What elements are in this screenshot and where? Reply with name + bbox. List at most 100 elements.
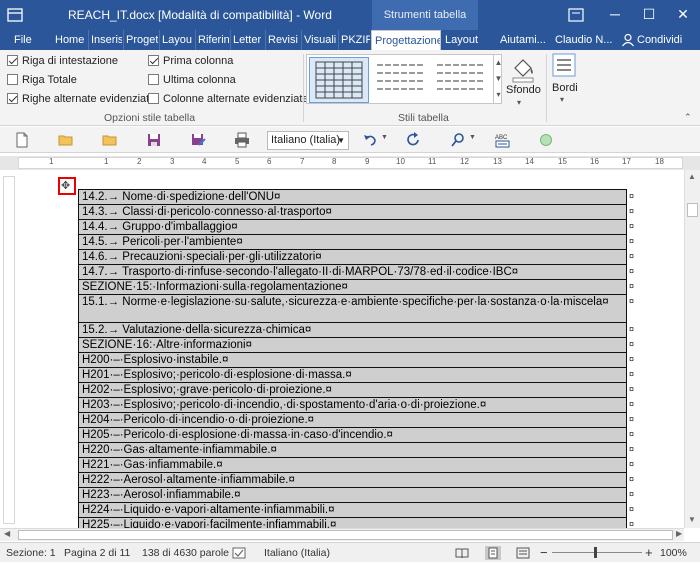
- status-word-count[interactable]: 138 di 4630 parole: [142, 543, 229, 563]
- table-row[interactable]: H203·–·Esplosivo;·pericolo·di·incendio,·…: [78, 397, 627, 413]
- print-icon[interactable]: [234, 132, 250, 148]
- checkbox-unchecked[interactable]: [148, 74, 159, 85]
- circle-status-icon[interactable]: [538, 132, 554, 148]
- checkbox-checked[interactable]: [148, 55, 159, 66]
- scroll-thumb-horizontal[interactable]: [18, 530, 673, 540]
- user-account[interactable]: Claudio N...: [555, 30, 617, 50]
- save-icon[interactable]: [146, 132, 162, 148]
- table-row[interactable]: H222·–·Aerosol·altamente·infiammabile.¤: [78, 472, 627, 488]
- table-row[interactable]: 14.7.→ Trasporto·di·rinfuse·secondo·l'al…: [78, 264, 627, 280]
- table-row[interactable]: H202·–·Esplosivo;·grave·pericolo·di·proi…: [78, 382, 627, 398]
- table-row[interactable]: H201·–·Esplosivo;·pericolo·di·esplosione…: [78, 367, 627, 383]
- tab-layout-tabella[interactable]: Layout: [445, 30, 479, 50]
- find-icon[interactable]: [450, 132, 466, 148]
- zoom-in-button[interactable]: +: [645, 543, 653, 563]
- word-ribbon-toggle-icon[interactable]: [6, 6, 24, 24]
- gallery-up-icon[interactable]: ▲: [493, 55, 503, 71]
- table-row[interactable]: H205·–·Pericolo·di·esplosione·di·massa·i…: [78, 427, 627, 443]
- proofing-status-icon[interactable]: [232, 547, 246, 559]
- folder-icon[interactable]: [102, 132, 118, 148]
- tab-progettazione-tabella[interactable]: Progettazione: [371, 30, 441, 50]
- scroll-left-icon[interactable]: ◀: [4, 529, 10, 538]
- tab-inserisci[interactable]: Inseris: [88, 30, 122, 50]
- undo-dropdown-icon[interactable]: ▼: [381, 134, 388, 141]
- tab-revisione[interactable]: Revisi: [265, 30, 300, 50]
- table-row[interactable]: 14.5.→ Pericoli·per·l'ambiente¤: [78, 234, 627, 250]
- read-mode-icon[interactable]: [455, 547, 469, 559]
- scroll-right-icon[interactable]: ▶: [676, 529, 682, 538]
- table-row[interactable]: H224·–·Liquido·e·vapori·altamente·infiam…: [78, 502, 627, 518]
- vertical-ruler[interactable]: [3, 176, 15, 524]
- language-dropdown[interactable]: Italiano (Italia) ▼: [267, 131, 349, 150]
- spelling-check-icon[interactable]: ABC: [494, 132, 512, 148]
- scroll-up-icon[interactable]: ▲: [688, 172, 696, 181]
- tab-layout-doc[interactable]: Layou: [159, 30, 193, 50]
- checkbox-checked[interactable]: [7, 55, 18, 66]
- table-move-handle[interactable]: ✥: [58, 177, 76, 195]
- option-total-row[interactable]: Riga Totale: [7, 72, 77, 88]
- table-row[interactable]: 14.3.→ Classi·di·pericolo·connesso·al·tr…: [78, 204, 627, 220]
- table-row[interactable]: SEZIONE·16:·Altre·informazioni¤: [78, 337, 627, 353]
- borders-icon[interactable]: [552, 53, 576, 77]
- gallery-down-icon[interactable]: ▼: [493, 71, 503, 87]
- table-style-light[interactable]: [371, 58, 429, 102]
- vertical-scrollbar[interactable]: ▲ ▼: [684, 170, 700, 528]
- tab-pkzip[interactable]: PKZIP: [338, 30, 370, 50]
- scroll-down-icon[interactable]: ▼: [688, 515, 696, 524]
- table-row[interactable]: 14.2.→ Nome·di·spedizione·dell'ONU¤: [78, 189, 627, 205]
- horizontal-scrollbar[interactable]: ◀ ▶: [0, 528, 684, 541]
- tab-file[interactable]: File: [14, 30, 40, 50]
- table-row[interactable]: 15.1.→ Norme·e·legislazione·su·salute,·s…: [78, 294, 627, 323]
- zoom-level[interactable]: 100%: [660, 543, 687, 563]
- zoom-slider-thumb[interactable]: [594, 547, 597, 558]
- gallery-more-icon[interactable]: ▾: [493, 87, 503, 103]
- status-section[interactable]: Sezione: 1: [6, 543, 56, 563]
- table-row[interactable]: H200·–·Esplosivo·instabile.¤: [78, 352, 627, 368]
- tab-home[interactable]: Home: [55, 30, 86, 50]
- borders-dropdown-icon[interactable]: ▾: [560, 95, 564, 104]
- table-row[interactable]: H220·–·Gas·altamente·infiammabile.¤: [78, 442, 627, 458]
- shading-dropdown-icon[interactable]: ▾: [517, 98, 521, 107]
- print-layout-icon[interactable]: [485, 546, 501, 560]
- checkbox-unchecked[interactable]: [148, 93, 159, 104]
- new-document-icon[interactable]: [14, 132, 30, 148]
- undo-icon[interactable]: [362, 132, 378, 148]
- web-layout-icon[interactable]: [516, 547, 530, 559]
- ribbon-display-icon[interactable]: [568, 8, 584, 22]
- borders-button-label[interactable]: Bordi: [552, 82, 578, 94]
- shading-button-label[interactable]: Sfondo: [506, 84, 541, 96]
- find-dropdown-icon[interactable]: ▼: [469, 134, 476, 141]
- status-language[interactable]: Italiano (Italia): [264, 543, 330, 563]
- table-row[interactable]: 14.6.→ Precauzioni·speciali·per·gli·util…: [78, 249, 627, 265]
- table-row[interactable]: H221·–·Gas·infiammabile.¤: [78, 457, 627, 473]
- tab-lettere[interactable]: Letter: [230, 30, 264, 50]
- table-row[interactable]: 15.2.→ Valutazione·della·sicurezza·chimi…: [78, 322, 627, 338]
- table-row[interactable]: H223·–·Aerosol·infiammabile.¤: [78, 487, 627, 503]
- horizontal-ruler[interactable]: 1 1 2 3 4 5 6 7 8 9 10 11 12 13 14 15 16…: [18, 157, 683, 169]
- option-banded-rows[interactable]: Righe alternate evidenziate: [7, 91, 155, 107]
- table-style-grid-selected[interactable]: [309, 57, 369, 103]
- close-button[interactable]: ✕: [666, 0, 700, 30]
- redo-icon[interactable]: [406, 132, 422, 148]
- tab-progettazione-doc[interactable]: Proget: [123, 30, 158, 50]
- table-styles-gallery[interactable]: ▲ ▼ ▾: [306, 54, 502, 104]
- table-row[interactable]: SEZIONE·15:·Informazioni·sulla·regolamen…: [78, 279, 627, 295]
- tab-riferimenti[interactable]: Riferin: [195, 30, 229, 50]
- collapse-ribbon-icon[interactable]: ⌃: [684, 112, 692, 123]
- share-button[interactable]: Condividi: [637, 30, 697, 50]
- open-folder-icon[interactable]: [58, 132, 74, 148]
- zoom-out-button[interactable]: −: [540, 543, 548, 563]
- document-table[interactable]: 14.2.→ Nome·di·spedizione·dell'ONU¤ 14.3…: [78, 189, 627, 533]
- tab-visualizza[interactable]: Visuali: [301, 30, 337, 50]
- status-page[interactable]: Pagina 2 di 11: [64, 543, 130, 563]
- zoom-slider[interactable]: [552, 552, 642, 553]
- maximize-button[interactable]: ☐: [632, 0, 666, 30]
- option-first-column[interactable]: Prima colonna: [148, 53, 233, 69]
- paint-bucket-icon[interactable]: [510, 54, 536, 84]
- table-style-light-2[interactable]: [431, 58, 489, 102]
- option-banded-columns[interactable]: Colonne alternate evidenziate: [148, 91, 309, 107]
- checkbox-unchecked[interactable]: [7, 74, 18, 85]
- table-row[interactable]: H204·–·Pericolo·di·incendio·o·di·proiezi…: [78, 412, 627, 428]
- checkbox-checked[interactable]: [7, 93, 18, 104]
- minimize-button[interactable]: ─: [598, 0, 632, 30]
